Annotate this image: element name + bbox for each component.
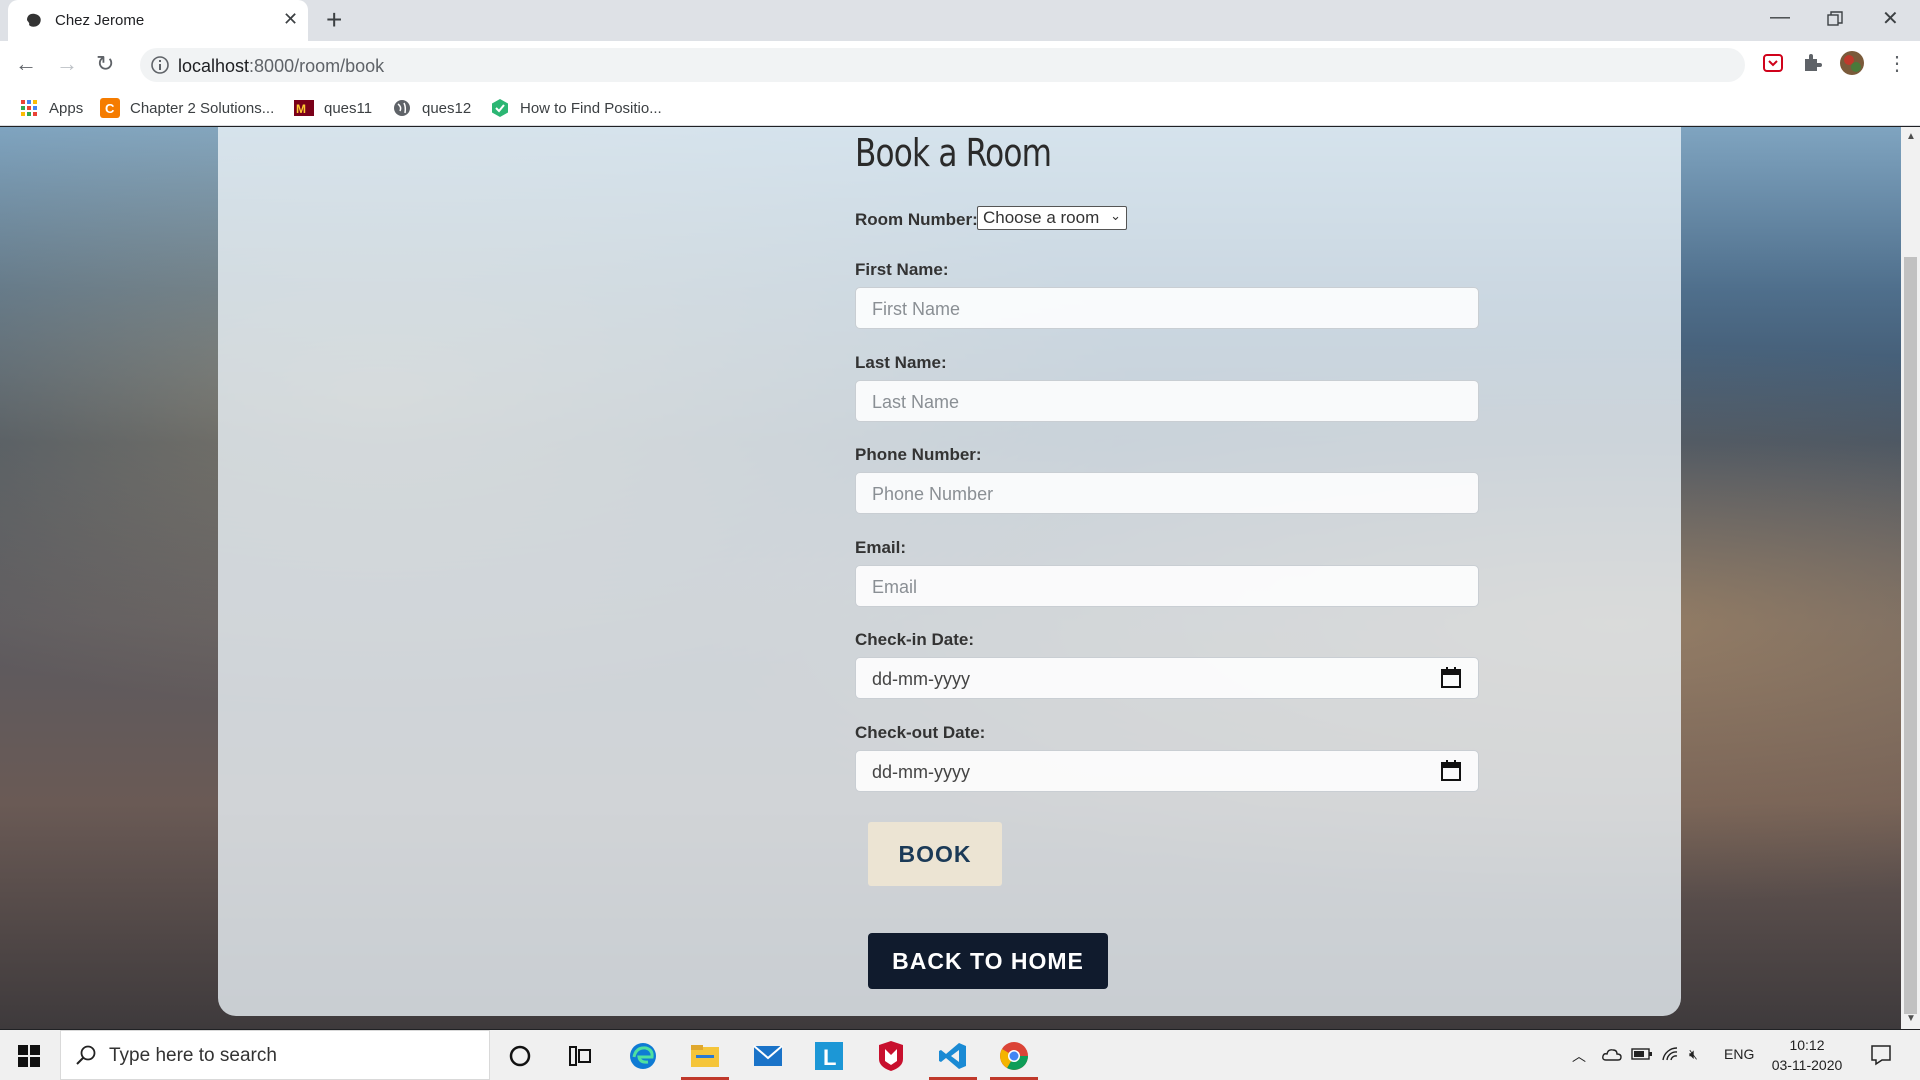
vscode-icon[interactable] (929, 1040, 977, 1080)
scroll-up-icon[interactable]: ▲ (1906, 131, 1916, 142)
check-out-date-field[interactable]: dd-mm-yyyy (855, 750, 1479, 792)
battery-icon[interactable] (1631, 1048, 1653, 1060)
show-hidden-icons-icon[interactable]: ︿ (1572, 1046, 1586, 1066)
book-button[interactable]: BOOK (868, 822, 1002, 886)
calendar-icon[interactable] (1441, 760, 1461, 782)
apps-grid-icon (21, 100, 37, 116)
task-view-icon[interactable] (564, 1040, 596, 1072)
browser-toolbar: ← → ↻ localhost:8000/room/book ⋮ (0, 41, 1920, 88)
last-name-label: Last Name: (855, 353, 947, 372)
back-to-home-button[interactable]: BACK TO HOME (868, 933, 1108, 989)
bookmark-apps[interactable]: Apps (19, 97, 83, 119)
restore-icon[interactable] (1827, 11, 1843, 27)
calendar-icon[interactable] (1441, 667, 1461, 689)
page-title: Book a Room (855, 131, 1052, 175)
browser-tab[interactable]: Chez Jerome ✕ (8, 0, 308, 41)
svg-text:L: L (823, 1045, 836, 1070)
bookmarks-bar: Apps C Chapter 2 Solutions... M ques11 q… (0, 88, 1920, 126)
minnesota-icon: M (294, 100, 314, 116)
reload-icon[interactable]: ↻ (96, 51, 114, 77)
address-bar[interactable]: localhost:8000/room/book (140, 48, 1745, 82)
scroll-down-icon[interactable]: ▼ (1906, 1013, 1916, 1024)
pocket-extension-icon[interactable] (1760, 50, 1786, 76)
minimize-icon[interactable]: — (1770, 6, 1790, 29)
check-out-label: Check-out Date: (855, 723, 986, 742)
site-info-icon[interactable] (149, 54, 171, 76)
check-in-label: Check-in Date: (855, 630, 975, 649)
taskbar-search-box[interactable]: Type here to search (60, 1030, 490, 1080)
back-icon[interactable]: ← (15, 51, 37, 77)
onedrive-icon[interactable] (1602, 1047, 1622, 1061)
scrollbar-thumb[interactable] (1904, 257, 1917, 1014)
last-name-field[interactable]: Last Name (855, 380, 1479, 422)
chegg-icon: C (100, 98, 120, 118)
globe-icon (394, 100, 410, 116)
bookmark-ques12[interactable]: ques12 (392, 97, 471, 119)
volume-muted-icon[interactable]: 🔇︎ (1689, 1046, 1698, 1063)
file-explorer-icon[interactable] (681, 1040, 729, 1080)
profile-avatar[interactable] (1839, 50, 1865, 76)
email-field[interactable]: Email (855, 565, 1479, 607)
edge-icon[interactable] (627, 1040, 659, 1072)
windows-start-icon[interactable] (18, 1045, 40, 1067)
first-name-label: First Name: (855, 260, 949, 279)
page-favicon-icon (27, 13, 41, 27)
new-tab-button[interactable]: + (326, 4, 342, 36)
chrome-menu-icon[interactable]: ⋮ (1887, 51, 1907, 76)
room-number-label: Room Number: (855, 210, 978, 229)
hexagon-icon (492, 99, 508, 117)
mcafee-icon[interactable] (875, 1040, 907, 1072)
forward-icon[interactable]: → (56, 51, 78, 77)
page-viewport: Book a Room Room Number: Choose a room ⌄… (0, 127, 1901, 1029)
bookmark-chapter-2[interactable]: C Chapter 2 Solutions... (100, 97, 274, 119)
svg-text:C: C (105, 101, 115, 116)
bookmark-ques11[interactable]: M ques11 (294, 97, 372, 119)
url-text: localhost:8000/room/book (178, 56, 385, 76)
email-label: Email: (855, 538, 907, 557)
taskbar-clock[interactable]: 10:12 03-11-2020 (1767, 1035, 1847, 1075)
chrome-icon[interactable] (990, 1040, 1038, 1080)
tab-close-icon[interactable]: ✕ (283, 9, 298, 30)
notifications-icon[interactable] (1870, 1044, 1892, 1066)
extensions-puzzle-icon[interactable] (1799, 50, 1825, 76)
search-icon (76, 1045, 96, 1065)
first-name-field[interactable]: First Name (855, 287, 1479, 329)
svg-text:M: M (296, 102, 306, 116)
check-in-date-field[interactable]: dd-mm-yyyy (855, 657, 1479, 699)
mail-icon[interactable] (752, 1040, 784, 1072)
l-app-icon[interactable]: L (813, 1040, 845, 1072)
wifi-icon[interactable] (1661, 1046, 1679, 1062)
page-scrollbar[interactable]: ▲ ▼ (1901, 127, 1920, 1029)
tab-title: Chez Jerome (55, 12, 145, 29)
phone-number-field[interactable]: Phone Number (855, 472, 1479, 514)
room-number-select[interactable]: Choose a room ⌄ (977, 206, 1127, 230)
windows-taskbar: Type here to search L ︿ 🔇︎ ENG 10:12 03-… (0, 1030, 1920, 1080)
tab-strip: Chez Jerome ✕ + — ✕ (0, 0, 1920, 41)
phone-number-label: Phone Number: (855, 445, 982, 464)
cortana-icon[interactable] (504, 1040, 536, 1072)
chevron-down-icon: ⌄ (1110, 208, 1121, 223)
bookmark-how-to-find[interactable]: How to Find Positio... (490, 97, 662, 119)
language-indicator[interactable]: ENG (1724, 1046, 1754, 1062)
booking-panel: Book a Room Room Number: Choose a room ⌄… (218, 127, 1681, 1016)
close-window-icon[interactable]: ✕ (1882, 6, 1899, 31)
